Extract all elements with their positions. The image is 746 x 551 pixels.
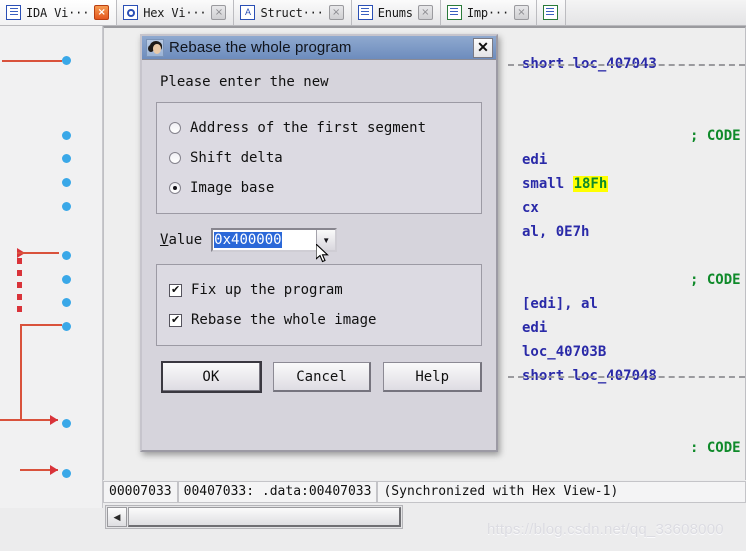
tab-label: IDA Vi··· <box>26 5 90 20</box>
watermark: https://blog.csdn.net/qq_33608000 <box>487 521 724 538</box>
flow-marker <box>62 322 71 331</box>
enums-icon <box>357 5 373 20</box>
more-views-icon <box>542 5 558 20</box>
tab-structures[interactable]: A Struct··· × <box>234 0 352 25</box>
flow-arrow <box>50 465 58 475</box>
radio-icon-selected[interactable] <box>169 182 181 194</box>
checkbox-label: Rebase the whole image <box>191 312 377 328</box>
value-input[interactable]: 0x400000 <box>213 230 316 250</box>
dialog-title: Rebase the whole program <box>169 39 352 56</box>
checkbox-rebase-whole-image[interactable]: Rebase the whole image <box>169 305 469 335</box>
flow-marker <box>62 154 71 163</box>
view-tab-bar: IDA Vi··· × Hex Vi··· × A Struct··· × En… <box>0 0 746 26</box>
close-icon[interactable]: ✕ <box>473 37 493 58</box>
rebase-mode-group: Address of the first segment Shift delta… <box>156 102 482 214</box>
tab-ida-view[interactable]: IDA Vi··· × <box>0 0 118 25</box>
tab-imports[interactable]: Imp··· × <box>440 0 537 25</box>
tab-hex-view[interactable]: Hex Vi··· × <box>117 0 235 25</box>
value-label: Value <box>160 232 203 248</box>
dialog-prompt: Please enter the new <box>160 74 329 90</box>
checkbox-label: Fix up the program <box>191 282 343 298</box>
value-field-row: Value 0x400000 ▼ <box>160 228 482 263</box>
cancel-button[interactable]: Cancel <box>272 362 372 392</box>
dialog-title-bar[interactable]: Rebase the whole program ✕ <box>142 36 496 60</box>
flow-marker <box>62 56 71 65</box>
flow-marker <box>62 131 71 140</box>
block-separator <box>508 376 745 378</box>
radio-label: Image base <box>190 180 275 196</box>
checkbox-icon-checked[interactable] <box>169 313 182 327</box>
radio-shift-delta[interactable]: Shift delta <box>169 143 469 173</box>
ok-button[interactable]: OK <box>161 361 262 393</box>
ida-pro-window: IDA Vi··· × Hex Vi··· × A Struct··· × En… <box>0 0 746 551</box>
disassembly-arrow-gutter <box>0 26 103 508</box>
status-file-offset: 00007033 <box>103 481 178 503</box>
checkbox-icon-checked[interactable] <box>169 283 182 297</box>
radio-label: Address of the first segment <box>190 120 427 136</box>
tab-overflow[interactable] <box>536 0 566 25</box>
flow-arrow <box>50 415 58 425</box>
imports-icon <box>446 5 462 20</box>
flow-line <box>20 324 62 326</box>
flow-line <box>2 60 62 62</box>
flow-marker <box>62 178 71 187</box>
flow-line <box>2 60 4 62</box>
radio-label: Shift delta <box>190 150 283 166</box>
status-bar: 00007033 00407033: .data:00407033 (Synch… <box>103 481 746 503</box>
flow-marker <box>62 251 71 260</box>
value-combobox[interactable]: 0x400000 ▼ <box>211 228 338 263</box>
block-separator <box>508 64 745 66</box>
flow-marker <box>62 298 71 307</box>
tab-label: Hex Vi··· <box>143 5 207 20</box>
tab-enums[interactable]: Enums × <box>351 0 441 25</box>
hex-view-icon <box>123 5 139 20</box>
ida-view-icon <box>6 5 21 20</box>
tab-close-button[interactable]: × <box>328 5 344 20</box>
tab-label: Imp··· <box>466 5 509 20</box>
flow-marker <box>62 419 71 428</box>
tab-close-button[interactable]: × <box>513 5 529 20</box>
help-button[interactable]: Help <box>383 362 483 392</box>
radio-address-first-segment[interactable]: Address of the first segment <box>169 113 469 143</box>
tab-label: Struct··· <box>260 5 324 20</box>
tab-close-button[interactable]: × <box>211 5 227 20</box>
disasm-line-bottom[interactable]: .data:00407048outsb <box>103 452 746 480</box>
horizontal-scrollbar[interactable]: ◀ <box>105 505 403 529</box>
tab-close-button[interactable]: × <box>94 5 110 20</box>
tab-close-button[interactable]: × <box>417 5 433 20</box>
status-sync-message: (Synchronized with Hex View-1) <box>377 481 746 503</box>
dialog-body: Please enter the new Address of the firs… <box>142 60 496 402</box>
tab-label: Enums <box>377 5 413 20</box>
checkbox-fix-up-program[interactable]: Fix up the program <box>169 275 469 305</box>
radio-image-base[interactable]: Image base <box>169 173 469 203</box>
radio-icon[interactable] <box>169 122 181 134</box>
radio-icon[interactable] <box>169 152 181 164</box>
dialog-button-row: OK Cancel Help <box>161 361 483 393</box>
status-address: 00407033: .data:00407033 <box>177 481 378 503</box>
rebase-options-group: Fix up the program Rebase the whole imag… <box>156 264 482 346</box>
dashed-flow-line <box>17 258 22 318</box>
scroll-left-arrow-icon[interactable]: ◀ <box>107 507 127 527</box>
rebase-program-dialog: Rebase the whole program ✕ Please enter … <box>140 34 498 452</box>
flow-marker <box>62 202 71 211</box>
chevron-down-icon[interactable]: ▼ <box>316 230 336 250</box>
ida-woman-icon <box>146 38 164 57</box>
scrollbar-thumb[interactable] <box>128 507 401 527</box>
flow-marker <box>62 469 71 478</box>
flow-marker <box>62 275 71 284</box>
flow-line <box>17 252 59 254</box>
structures-icon: A <box>240 5 256 20</box>
flow-line <box>20 324 22 419</box>
value-input-text: 0x400000 <box>214 232 282 248</box>
